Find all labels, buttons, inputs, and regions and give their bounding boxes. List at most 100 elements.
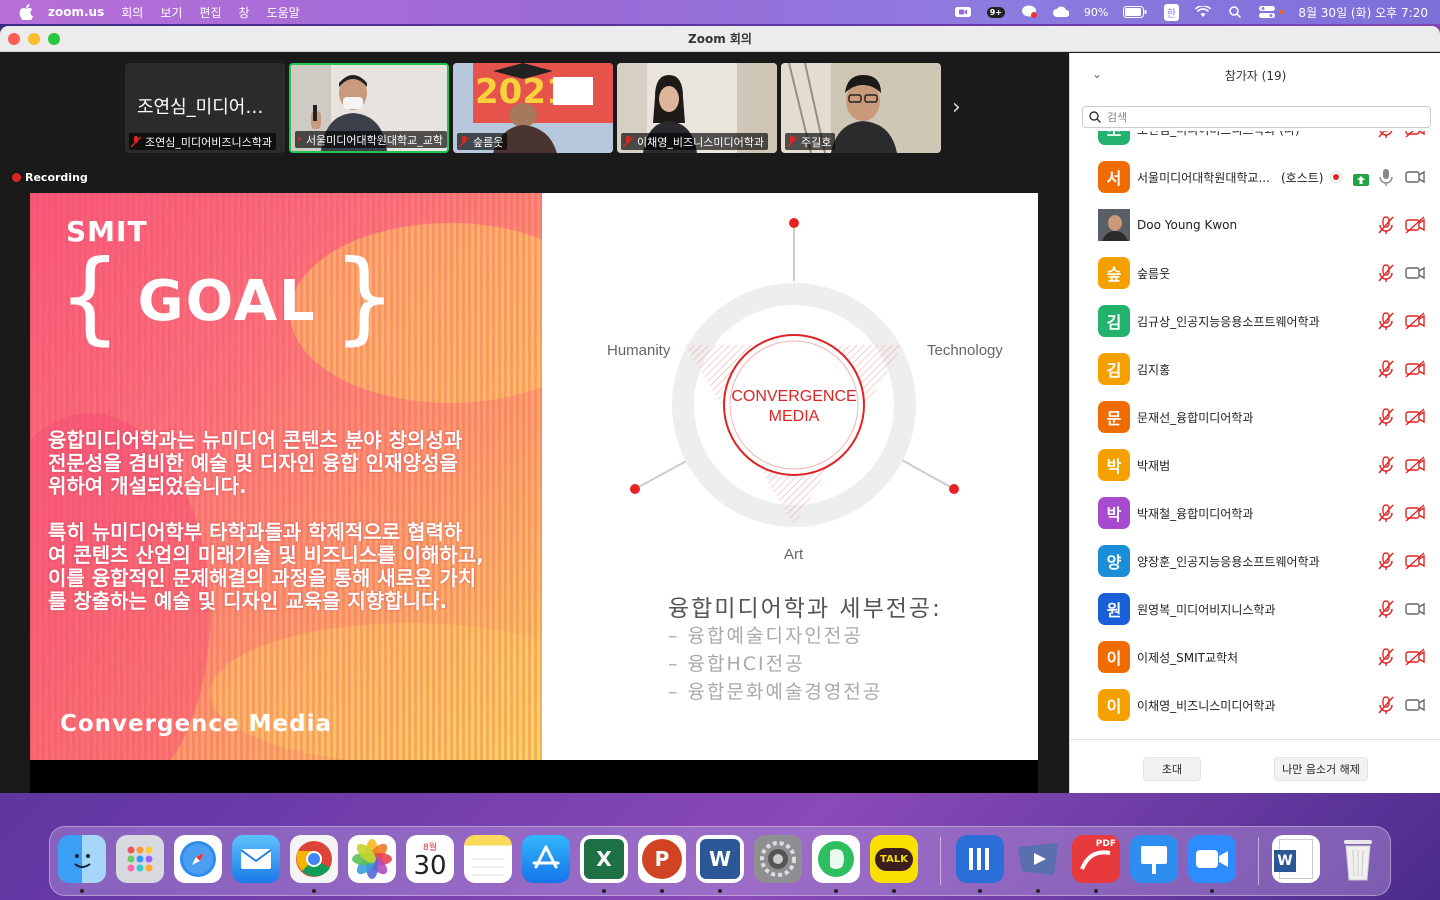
menu-meeting[interactable]: 회의 bbox=[121, 4, 143, 21]
mail-icon[interactable] bbox=[232, 835, 280, 883]
video-off-icon[interactable] bbox=[1404, 407, 1426, 427]
diagram-label-humanity: Humanity bbox=[607, 342, 671, 359]
mic-muted-icon[interactable] bbox=[1376, 407, 1396, 427]
participant-name: 숲름웃 bbox=[1137, 266, 1171, 281]
participant-row[interactable]: 이 이제성_SMIT교학처 bbox=[1070, 633, 1440, 681]
video-thumbnail[interactable]: 주길호 bbox=[781, 63, 941, 153]
mic-muted-icon[interactable] bbox=[1376, 131, 1396, 139]
participant-row[interactable]: 조 조연심_미디어비즈니스학과 (나) bbox=[1070, 131, 1440, 153]
mic-muted-icon[interactable] bbox=[1376, 647, 1396, 667]
video-icon[interactable] bbox=[1404, 599, 1426, 619]
menu-edit[interactable]: 편집 bbox=[199, 4, 221, 21]
participant-row[interactable]: 김 김지홍 bbox=[1070, 345, 1440, 393]
participant-row[interactable]: 양 양장훈_인공지능응용소프트웨어학과 bbox=[1070, 537, 1440, 585]
cloud-icon[interactable] bbox=[1052, 5, 1070, 19]
video-thumbnail[interactable]: 이채영_비즈니스미디어학과 bbox=[617, 63, 777, 153]
participant-name: 서울미디어대학원대학교... bbox=[1137, 170, 1270, 185]
word-icon[interactable]: W bbox=[696, 835, 744, 883]
powerpoint-icon[interactable]: P bbox=[638, 835, 686, 883]
word-document-icon[interactable]: W bbox=[1272, 835, 1320, 883]
menu-help[interactable]: 도움말 bbox=[267, 4, 300, 21]
mic-icon[interactable] bbox=[1376, 167, 1396, 187]
mic-muted-icon[interactable] bbox=[1376, 695, 1396, 715]
participant-row[interactable]: 김 김규상_인공지능응용소프트웨어학과 bbox=[1070, 297, 1440, 345]
trash-icon[interactable] bbox=[1334, 835, 1382, 883]
video-off-icon[interactable] bbox=[1404, 551, 1426, 571]
photos-icon[interactable] bbox=[348, 835, 396, 883]
video-thumbnail[interactable]: 2021 숲름웃 bbox=[453, 63, 613, 153]
keynote-remote-icon[interactable] bbox=[1014, 835, 1062, 883]
participant-row[interactable]: 원 원영복_미디어비지니스학과 bbox=[1070, 585, 1440, 633]
recording-dot-icon bbox=[12, 173, 21, 182]
video-icon[interactable] bbox=[1404, 695, 1426, 715]
minimize-window-button[interactable] bbox=[28, 33, 40, 45]
finder-icon[interactable] bbox=[58, 835, 106, 883]
next-page-arrow-icon[interactable]: › bbox=[952, 95, 961, 120]
mic-muted-icon[interactable] bbox=[1376, 455, 1396, 475]
participant-row[interactable]: 문 문재선_융합미디어학과 bbox=[1070, 393, 1440, 441]
pdf-expert-icon[interactable]: PDF bbox=[1072, 835, 1120, 883]
mic-muted-icon[interactable] bbox=[1376, 359, 1396, 379]
video-off-icon[interactable] bbox=[1404, 503, 1426, 523]
menu-app-name[interactable]: zoom.us bbox=[48, 5, 104, 19]
control-center-icon[interactable] bbox=[1258, 5, 1276, 19]
mic-muted-icon[interactable] bbox=[1376, 599, 1396, 619]
invite-button[interactable]: 초대 bbox=[1143, 757, 1201, 781]
input-method-icon[interactable]: 한 bbox=[1162, 3, 1180, 21]
notes-icon[interactable] bbox=[464, 835, 512, 883]
video-off-icon[interactable] bbox=[1404, 647, 1426, 667]
wifi-icon[interactable] bbox=[1194, 5, 1212, 19]
meeting-stage: 조연심_미디어… 조연심_미디어비즈니스학과 서울미디어대학원대학교_교학 20… bbox=[0, 53, 1069, 793]
participant-row[interactable]: 숲 숲름웃 bbox=[1070, 249, 1440, 297]
launchpad-icon[interactable] bbox=[116, 835, 164, 883]
spotlight-search-icon[interactable] bbox=[1226, 5, 1244, 19]
close-window-button[interactable] bbox=[8, 33, 20, 45]
participant-row[interactable]: 박 박재범 bbox=[1070, 441, 1440, 489]
calendar-icon[interactable]: 8월 30 bbox=[406, 835, 454, 883]
apple-icon[interactable] bbox=[18, 4, 34, 20]
mic-muted-icon[interactable] bbox=[1376, 263, 1396, 283]
diagram-label-art: Art bbox=[784, 546, 804, 563]
mic-muted-icon[interactable] bbox=[1376, 215, 1396, 235]
participant-row[interactable]: 서 서울미디어대학원대학교... (호스트) bbox=[1070, 153, 1440, 201]
recording-indicator[interactable]: Recording bbox=[12, 171, 88, 184]
safari-icon[interactable] bbox=[174, 835, 222, 883]
chrome-icon[interactable] bbox=[290, 835, 338, 883]
evernote-icon[interactable] bbox=[812, 835, 860, 883]
participant-row[interactable]: 이 이채영_비즈니스미디어학과 bbox=[1070, 681, 1440, 729]
video-off-icon[interactable] bbox=[1404, 359, 1426, 379]
mic-muted-icon[interactable] bbox=[1376, 551, 1396, 571]
mic-muted-icon[interactable] bbox=[1376, 503, 1396, 523]
zoom-window-button[interactable] bbox=[48, 33, 60, 45]
keynote-icon[interactable] bbox=[1130, 835, 1178, 883]
video-thumbnail[interactable]: 조연심_미디어… 조연심_미디어비즈니스학과 bbox=[125, 63, 285, 153]
zoom-status-icon[interactable] bbox=[954, 5, 972, 19]
menu-window[interactable]: 창 bbox=[239, 4, 250, 21]
unmute-me-button[interactable]: 나만 음소거 해제 bbox=[1274, 757, 1368, 781]
clock[interactable]: 8월 30일 (화) 오후 7:20 bbox=[1298, 5, 1428, 20]
excel-icon[interactable]: X bbox=[580, 835, 628, 883]
menu-view[interactable]: 보기 bbox=[160, 4, 182, 21]
video-thumbnail-active-speaker[interactable]: 서울미디어대학원대학교_교학 bbox=[289, 63, 449, 153]
video-off-icon[interactable] bbox=[1404, 215, 1426, 235]
avatar: 이 bbox=[1098, 641, 1130, 673]
system-preferences-gear-icon[interactable] bbox=[754, 835, 802, 883]
video-off-icon[interactable] bbox=[1404, 311, 1426, 331]
chat-icon[interactable] bbox=[1020, 5, 1038, 19]
participants-title: 참가자 (19) bbox=[1224, 69, 1287, 83]
participant-row[interactable]: Doo Young Kwon bbox=[1070, 201, 1440, 249]
participant-search-input[interactable]: 검색 bbox=[1082, 106, 1431, 128]
video-off-icon[interactable] bbox=[1404, 131, 1426, 139]
battery-icon[interactable] bbox=[1122, 5, 1148, 19]
video-icon[interactable] bbox=[1404, 263, 1426, 283]
video-icon[interactable] bbox=[1404, 167, 1426, 187]
zoom-app-icon[interactable] bbox=[1188, 835, 1236, 883]
kakaotalk-icon[interactable]: TALK bbox=[870, 835, 918, 883]
video-off-icon[interactable] bbox=[1404, 455, 1426, 475]
files-app-icon[interactable] bbox=[956, 835, 1004, 883]
participant-row[interactable]: 박 박재철_융합미디어학과 bbox=[1070, 489, 1440, 537]
app-store-icon[interactable] bbox=[522, 835, 570, 883]
notification-badge-icon[interactable]: 9+ bbox=[986, 5, 1006, 19]
mic-muted-icon[interactable] bbox=[1376, 311, 1396, 331]
notification-count: 9+ bbox=[986, 6, 1005, 18]
